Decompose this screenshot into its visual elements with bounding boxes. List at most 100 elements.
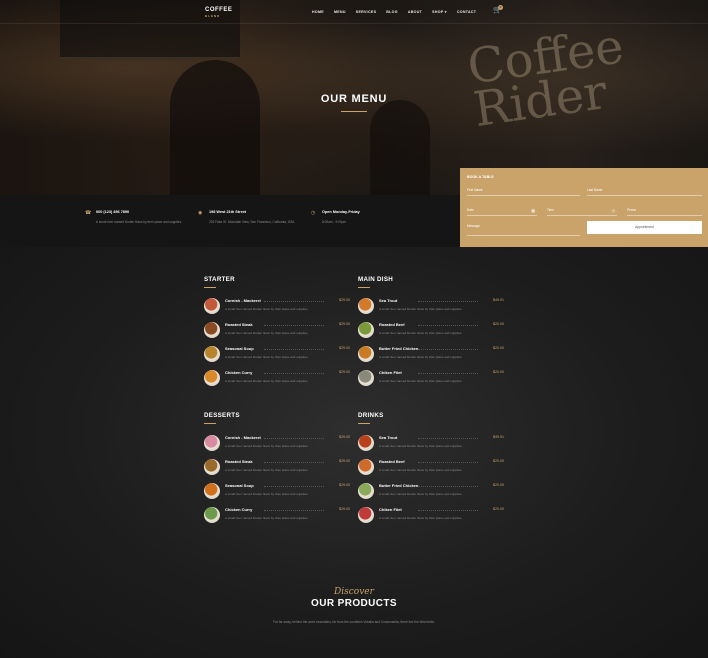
dish-image [204,322,220,338]
menu-item[interactable]: Roasted Steak $29.00 A small river named… [204,322,350,344]
products-desc: Far far away, behind the word mountains,… [273,620,435,624]
menu-item[interactable]: Butter Fried Chicken $20.00 A small rive… [358,483,504,505]
dish-price: $20.00 [493,322,504,326]
dish-price: $49.91 [493,435,504,439]
last-name-field[interactable]: Last Name [587,185,702,196]
leader-dots [264,486,324,487]
menu-item[interactable]: Chiken Filet $20.00 A small river named … [358,370,504,392]
dish-image [204,346,220,362]
book-table-form: BOOK A TABLE First Name Last Name Date ▦… [460,168,708,247]
nav-item-home[interactable]: HOME [312,10,324,14]
leader-dots [264,438,324,439]
dish-image [358,322,374,338]
message-placeholder: Message [467,224,480,228]
clock-icon: ◷ [611,208,616,213]
calendar-icon: ▦ [531,208,535,213]
menu-item[interactable]: Cornish - Mackerel $29.00 A small river … [204,298,350,320]
menu-item[interactable]: Sea Trout $49.91 A small river named Dud… [358,435,504,457]
first-name-placeholder: First Name [467,188,483,192]
dish-image [358,370,374,386]
nav-item-about[interactable]: ABOUT [408,10,422,14]
dish-price: $29.00 [339,322,350,326]
dish-image [358,346,374,362]
nav-menu: HOME MENU SERVICES BLOG ABOUT SHOP ▾ CON… [312,10,476,14]
dish-desc: A small river named Duden flows by their… [225,516,309,520]
leader-dots [418,349,478,350]
nav-item-services[interactable]: SERVICES [356,10,377,14]
location-icon: ◉ [198,210,203,216]
menu-item[interactable]: Chicken Curry $29.00 A small river named… [204,507,350,529]
leader-dots [418,373,478,374]
dish-desc: A small river named Duden flows by their… [379,331,463,335]
customer-figure [370,100,430,195]
menu-item[interactable]: Seasonal Soup $29.00 A small river named… [204,483,350,505]
info-phone-title: 000 (123) 456 7890 [96,210,130,214]
menu-item[interactable]: Roasted Beef $20.00 A small river named … [358,459,504,481]
menu-item[interactable]: Cornish - Mackerel $29.00 A small river … [204,435,350,457]
dish-desc: A small river named Duden flows by their… [225,468,309,472]
phone-field[interactable]: Phone [627,205,702,216]
dish-price: $29.00 [339,483,350,487]
dish-desc: A small river named Duden flows by their… [225,379,309,383]
dish-image [358,507,374,523]
title-underline [341,111,367,112]
dish-desc: A small river named Duden flows by their… [379,516,463,520]
phone-placeholder: Phone [627,208,637,212]
dish-desc: A small river named Duden flows by their… [379,355,463,359]
dish-price: $29.00 [339,370,350,374]
dish-desc: A small river named Duden flows by their… [225,355,309,359]
time-field[interactable]: Time ◷ [547,205,617,216]
dish-desc: A small river named Duden flows by their… [225,492,309,496]
dish-image [204,507,220,523]
brand-tagline: BLEND [205,14,221,18]
menu-item[interactable]: Roasted Beef $20.00 A small river named … [358,322,504,344]
menu-item[interactable]: Seasonal Soup $29.00 A small river named… [204,346,350,368]
dish-desc: A small river named Duden flows by their… [379,307,463,311]
dish-image [204,483,220,499]
dish-image [358,483,374,499]
dish-desc: A small river named Duden flows by their… [225,331,309,335]
date-field[interactable]: Date ▦ [467,205,537,216]
phone-icon: ☎ [85,210,92,216]
appointment-button[interactable]: Appointment [587,221,702,234]
menu-item[interactable]: Chiken Filet $20.00 A small river named … [358,507,504,529]
leader-dots [418,301,478,302]
menu-item[interactable]: Sea Trout $49.91 A small river named Dud… [358,298,504,320]
dish-name: Sea Trout [379,435,398,440]
dish-desc: A small river named Duden flows by their… [225,444,309,448]
dish-desc: A small river named Duden flows by their… [225,307,309,311]
dish-desc: A small river named Duden flows by their… [379,444,463,448]
dish-image [204,459,220,475]
leader-dots [264,462,324,463]
dish-price: $29.00 [339,507,350,511]
dish-image [204,370,220,386]
message-field[interactable]: Message [467,221,580,236]
info-hours-desc: 8:00am - 9:00pm [322,220,347,224]
dish-name: Chiken Filet [379,507,402,512]
barista-figure [170,60,260,195]
dish-desc: A small river named Duden flows by their… [379,379,463,383]
top-navigation: COFFEE BLEND HOME MENU SERVICES BLOG ABO… [0,0,708,24]
nav-item-shop[interactable]: SHOP ▾ [432,10,447,14]
dish-name: Sea Trout [379,298,398,303]
leader-dots [264,325,324,326]
dish-price: $20.00 [493,459,504,463]
nav-item-blog[interactable]: BLOG [386,10,398,14]
dish-name: Butter Fried Chicken [379,483,419,488]
dish-price: $20.00 [493,346,504,350]
info-address-title: 198 West 21th Street [209,210,247,214]
dish-price: $29.00 [339,435,350,439]
wall-sign: Coffee Rider [464,18,627,139]
date-placeholder: Date [467,208,474,212]
brand-logo[interactable]: COFFEE BLEND [205,7,232,19]
nav-item-menu[interactable]: MENU [334,10,346,14]
dish-name: Seasonal Soup [225,346,254,351]
contact-info-bar: ☎ 000 (123) 456 7890 A small river named… [0,195,460,247]
menu-item[interactable]: Chicken Curry $29.00 A small river named… [204,370,350,392]
menu-item[interactable]: Roasted Steak $29.00 A small river named… [204,459,350,481]
category-desserts: DESSERTS [204,412,240,424]
dish-name: Butter Fried Chicken [379,346,419,351]
menu-item[interactable]: Butter Fried Chicken $20.00 A small rive… [358,346,504,368]
nav-item-contact[interactable]: CONTACT [457,10,476,14]
first-name-field[interactable]: First Name [467,185,580,196]
